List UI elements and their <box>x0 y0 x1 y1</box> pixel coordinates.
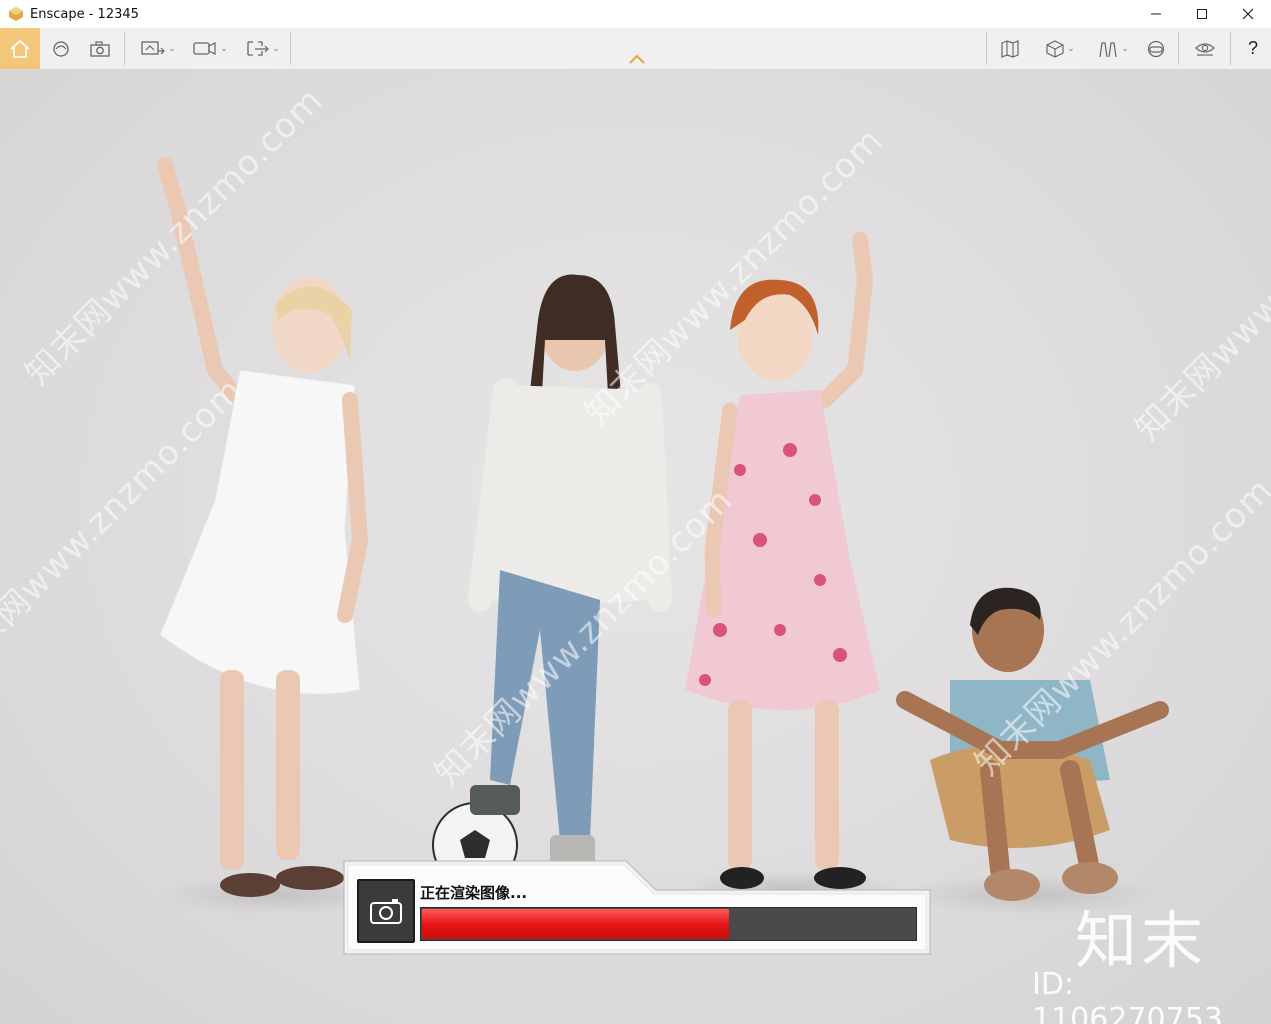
toolbar-separator <box>1178 32 1179 65</box>
orbit-button[interactable] <box>48 28 74 69</box>
asset-library-button[interactable]: ⌄ <box>1090 28 1136 69</box>
export-button[interactable]: ⌄ <box>240 28 284 69</box>
chevron-down-icon: ⌄ <box>1067 43 1075 53</box>
child-figure-floral-dress <box>685 232 880 889</box>
window-controls <box>1133 0 1271 28</box>
chevron-down-icon: ⌄ <box>1121 43 1129 53</box>
child-figure-white-dress <box>157 157 369 897</box>
chevron-down-icon: ⌄ <box>168 43 176 53</box>
toolbar-separator <box>986 32 987 65</box>
toolbar-separator <box>290 32 291 65</box>
views-button[interactable]: ⌄ <box>136 28 180 69</box>
map-button[interactable] <box>996 28 1024 69</box>
help-button[interactable]: ? <box>1240 28 1266 69</box>
video-button[interactable]: ⌄ <box>188 28 232 69</box>
render-status-text: 正在渲染图像... <box>420 884 528 902</box>
vr-headset-icon <box>1147 40 1165 57</box>
toolbar-separator <box>124 32 125 65</box>
render-progress-bar <box>420 907 917 941</box>
vr-headset-button[interactable] <box>1142 28 1170 69</box>
chevron-down-icon: ⌄ <box>272 43 280 53</box>
camera-icon <box>357 879 415 943</box>
close-button[interactable] <box>1225 0 1271 28</box>
visual-settings-icon <box>1195 42 1215 56</box>
home-icon <box>10 39 30 58</box>
orbit-icon <box>53 40 69 57</box>
cube-icon <box>1046 39 1064 58</box>
export-icon <box>247 40 270 56</box>
screenshot-icon <box>90 40 110 57</box>
screenshot-button[interactable] <box>86 28 114 69</box>
render-progress-fill <box>422 909 729 939</box>
render-progress-dialog: 正在渲染图像... <box>343 860 931 955</box>
map-icon <box>1001 39 1019 58</box>
views-icon <box>141 40 166 55</box>
toolbar-separator <box>1230 32 1231 65</box>
minimize-button[interactable] <box>1133 0 1179 28</box>
title-bar: Enscape - 12345 <box>0 0 1271 28</box>
video-icon <box>193 41 216 55</box>
cube-button[interactable]: ⌄ <box>1036 28 1084 69</box>
visual-settings-button[interactable] <box>1190 28 1220 69</box>
asset-library-icon <box>1099 41 1117 57</box>
enscape-logo-icon <box>8 6 24 22</box>
chevron-down-icon: ⌄ <box>220 43 228 53</box>
maximize-button[interactable] <box>1179 0 1225 28</box>
window-title: Enscape - 12345 <box>30 6 139 22</box>
chevron-up-icon[interactable] <box>627 52 647 66</box>
image-id-label: ID: 1106270753 <box>1032 967 1223 1024</box>
home-button[interactable] <box>0 28 40 69</box>
